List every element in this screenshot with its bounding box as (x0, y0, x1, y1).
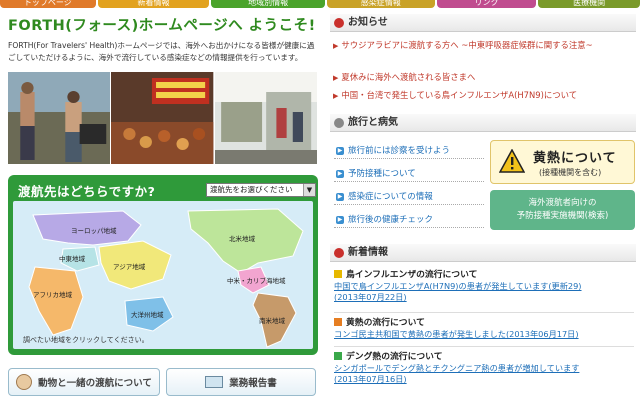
label-africa: アフリカ地域 (33, 290, 73, 299)
tab-links[interactable]: リンク (436, 0, 537, 8)
vaccination-facility-button[interactable]: 海外渡航者向けの 予防接種実施機関(検索) (490, 190, 635, 230)
notice-text: 中国・台湾で発生している鳥インフルエンザA(H7N9)について (341, 90, 578, 100)
top-navigation: トップページ 新着情報 地域別情報 感染症情報 リンク 医療機関 (0, 0, 640, 8)
arrow-right-icon: ▶ (336, 216, 344, 224)
animals-travel-button[interactable]: 動物と一緒の渡航について (8, 368, 160, 396)
travel-title: 旅行と病気 (348, 117, 398, 128)
arrow-right-icon: ▶ (336, 170, 344, 178)
news-entry[interactable]: デング熱の流行について シンガポールでデング熱とチクングニア熱の患者が増加してい… (334, 352, 634, 385)
notice-item[interactable]: ▶ サウジアラビアに渡航する方へ ~中東呼吸器症候群に関する注意~ (333, 40, 633, 52)
dog-icon (16, 374, 33, 390)
destination-title: 渡航先はどちらですか? (18, 184, 156, 199)
travel-link-label: 旅行後の健康チェック (348, 215, 434, 225)
travel-link-label: 旅行前には診察を受けよう (348, 146, 451, 156)
travel-link-label: 予防接種について (348, 169, 416, 179)
travel-link[interactable]: ▶ 感染症についての情報 (334, 189, 484, 205)
welcome-title: FORTH(フォース)ホームページへ ようこそ! (8, 18, 316, 34)
bullet-icon (334, 248, 344, 258)
map-instruction: 調べたい地域をクリックしてください。 (23, 336, 149, 344)
news-entry-title: 鳥インフルエンザの流行について (346, 270, 478, 280)
news-entry-title: 黄熱の流行について (346, 318, 425, 328)
arrow-right-icon: ▶ (336, 193, 344, 201)
notice-text: 夏休みに海外へ渡航される皆さまへ (341, 72, 476, 82)
square-icon (334, 318, 342, 326)
animals-travel-label: 動物と一緒の渡航について (38, 378, 152, 389)
label-europe: ヨーロッパ地域 (71, 226, 117, 235)
news-entry[interactable]: 鳥インフルエンザの流行について 中国で鳥インフルエンザA(H7N9)の患者が発生… (334, 270, 634, 303)
photo-market (111, 72, 214, 164)
triangle-icon: ▶ (333, 92, 339, 100)
triangle-icon: ▶ (333, 74, 339, 82)
divider (334, 312, 634, 313)
label-north-america: 北米地域 (229, 234, 256, 243)
travel-link[interactable]: ▶ 旅行前には診察を受けよう (334, 143, 484, 159)
tab-news[interactable]: 新着情報 (97, 0, 210, 8)
news-entry-body[interactable]: 中国で鳥インフルエンザA(H7N9)の患者が発生しています(更新29) (334, 281, 634, 292)
intro-text: FORTH(For Travelers' Health)ホームページでは、海外へ… (8, 41, 315, 62)
notice-item[interactable]: ▶ 中国・台湾で発生している鳥インフルエンザA(H7N9)について (333, 90, 633, 102)
news-entry-date: (2013年07月22日) (334, 292, 407, 302)
news-entry[interactable]: 黄熱の流行について コンゴ民主共和国で黄熱の患者が発生しました(2013年06月… (334, 318, 634, 340)
label-middle-east: 中東地域 (59, 254, 86, 263)
yellow-fever-title: 黄熱について (533, 151, 617, 166)
destination-panel: 渡航先はどちらですか? 渡航先をお選びください ▼ ヨーロッパ地域 北米地域 中… (8, 175, 318, 355)
photo-traveler (8, 72, 111, 164)
tab-top[interactable]: トップページ (0, 0, 96, 8)
business-report-label: 業務報告書 (229, 378, 277, 389)
news-entry-heading: 黄熱の流行について (334, 318, 634, 329)
tab-diseases[interactable]: 感染症情報 (326, 0, 435, 8)
news-entry-body[interactable]: シンガポールでデング熱とチクングニア熱の患者が増加しています (334, 363, 634, 374)
travel-link[interactable]: ▶ 旅行後の健康チェック (334, 212, 484, 228)
label-south-america: 南米地域 (259, 316, 286, 325)
label-oceania: 大洋州地域 (131, 310, 164, 319)
photo-street (214, 72, 317, 164)
destination-select-value: 渡航先をお選びください (210, 185, 293, 194)
arrow-right-icon: ▶ (336, 147, 344, 155)
destination-select[interactable]: 渡航先をお選びください ▼ (206, 183, 316, 197)
photo-banner (8, 72, 317, 164)
chevron-down-icon: ▼ (303, 184, 315, 196)
vaccination-line2: 予防接種実施機関(検索) (516, 211, 609, 221)
yellow-fever-subtitle: (接種機関を含む) (539, 168, 602, 177)
news-entry-heading: 鳥インフルエンザの流行について (334, 270, 634, 281)
label-asia: アジア地域 (113, 262, 146, 271)
travel-link[interactable]: ▶ 予防接種について (334, 166, 484, 182)
divider (334, 346, 634, 347)
world-map: ヨーロッパ地域 北米地域 中東地域 アジア地域 アフリカ地域 大洋州地域 中米・… (13, 201, 313, 349)
notices-title: お知らせ (348, 17, 388, 28)
page: トップページ 新着情報 地域別情報 感染症情報 リンク 医療機関 FORTH(フ… (0, 0, 640, 400)
travel-header: 旅行と病気 (330, 114, 636, 132)
news-entry-heading: デング熱の流行について (334, 352, 634, 363)
label-central-america: 中米・カリブ海地域 (227, 276, 286, 285)
notice-item[interactable]: ▶ 夏休みに海外へ渡航される皆さまへ (333, 72, 633, 84)
business-report-button[interactable]: 業務報告書 (166, 368, 316, 396)
notices-header: お知らせ (330, 14, 636, 32)
travel-link-label: 感染症についての情報 (348, 192, 433, 202)
arrow-right-icon (334, 352, 342, 360)
vaccination-line1: 海外渡航者向けの (528, 198, 597, 208)
report-icon (205, 376, 224, 388)
news-entry-title: デング熱の流行について (346, 352, 443, 362)
whats-new-title: 新着情報 (348, 247, 388, 258)
bullet-icon (334, 118, 344, 128)
notice-text: サウジアラビアに渡航する方へ ~中東呼吸器症候群に関する注意~ (341, 40, 593, 50)
tab-medical[interactable]: 医療機関 (538, 0, 640, 8)
yellow-fever-button[interactable]: 黄熱について (接種機関を含む) (490, 140, 635, 184)
square-icon (334, 270, 342, 278)
tab-regions[interactable]: 地域別情報 (211, 0, 325, 8)
triangle-icon: ▶ (333, 42, 339, 50)
warning-icon (499, 149, 525, 173)
news-entry-date: (2013年07月16日) (334, 374, 407, 384)
news-entry-body[interactable]: コンゴ民主共和国で黄熱の患者が発生しました(2013年06月17日) (334, 329, 634, 340)
whats-new-header: 新着情報 (330, 244, 636, 262)
region-africa[interactable] (28, 266, 84, 336)
bullet-icon (334, 18, 344, 28)
